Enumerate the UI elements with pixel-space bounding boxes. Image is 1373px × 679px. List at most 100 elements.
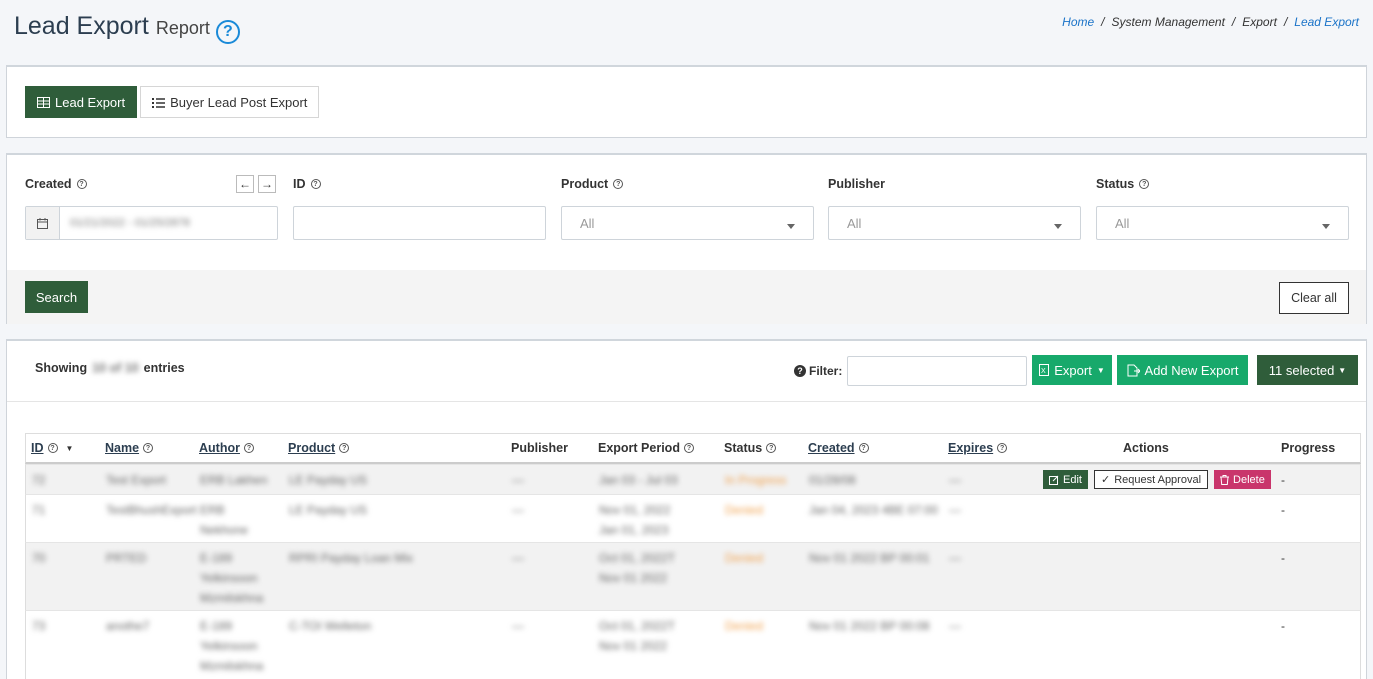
created-label-text: Created [25, 177, 72, 191]
row-name[interactable]: PRTED [106, 548, 146, 568]
edit-button[interactable]: Edit [1043, 470, 1088, 489]
table-icon [37, 96, 50, 108]
column-status-label: Status [724, 441, 763, 455]
check-icon: ✓ [1100, 474, 1111, 486]
row-progress: - [1281, 473, 1285, 487]
filter-label: ? Filter: [794, 364, 842, 378]
selected-label: 11 selected [1268, 362, 1335, 378]
column-name-label: Name [105, 441, 140, 455]
request-approval-button[interactable]: ✓ Request Approval [1093, 470, 1209, 489]
table-row[interactable]: 73 anothe7 E-189 Yelkinsoon Mzmilskhna C… [25, 610, 1361, 679]
help-icon[interactable]: ? [215, 20, 240, 44]
excel-icon: X [1039, 364, 1050, 376]
divider [7, 401, 1366, 402]
column-author[interactable]: Author? [199, 441, 254, 455]
column-progress-label: Progress [1281, 441, 1336, 455]
row-author: E-189 Yelkinsoon Mzmilskhna [200, 619, 264, 673]
row-period: Oct 01, 2022T Nov 01 2022 [599, 551, 675, 585]
tab-lead-export[interactable]: Lead Export [25, 86, 138, 118]
prev-arrow-icon[interactable]: ← [236, 175, 254, 193]
row-name[interactable]: Test Export [106, 470, 166, 490]
svg-text:X: X [1041, 368, 1046, 375]
column-created[interactable]: Created? [808, 441, 869, 455]
row-expires: — [949, 473, 961, 487]
column-progress: Progress [1281, 441, 1335, 455]
showing-prefix: Showing [35, 361, 88, 375]
selected-columns-button[interactable]: 11 selected ▼ [1257, 355, 1358, 385]
publisher-label: Publisher [828, 177, 885, 191]
row-product: RPRI Payday Loan Mix [289, 551, 414, 565]
publisher-label-text: Publisher [828, 177, 885, 191]
row-progress: - [1281, 503, 1285, 517]
product-select[interactable]: All [561, 206, 814, 240]
row-publisher: — [512, 551, 524, 565]
breadcrumb-system-management[interactable]: System Management [1112, 15, 1225, 29]
tab-lead-export-label: Lead Export [55, 94, 126, 110]
column-id[interactable]: ID? ▼ [31, 441, 73, 455]
breadcrumb: Home / System Management / Export / Lead… [1062, 15, 1359, 29]
help-icon: ? [143, 443, 154, 453]
help-icon: ? [858, 443, 869, 453]
search-button[interactable]: Search [25, 281, 88, 313]
help-icon: ? [339, 443, 350, 453]
row-expires: — [949, 619, 961, 633]
add-new-export-button[interactable]: Add New Export [1117, 355, 1248, 385]
help-icon: ? [310, 179, 321, 189]
tabs-card: Lead Export Buyer Lead Post Export [6, 65, 1367, 138]
created-label: Created ? [25, 177, 87, 191]
column-created-label: Created [808, 441, 855, 455]
id-label: ID ? [293, 177, 321, 191]
chevron-down-icon [1054, 223, 1062, 229]
page-title: Lead Export Report ? [14, 12, 240, 44]
product-label: Product ? [561, 177, 624, 191]
breadcrumb-export[interactable]: Export [1242, 15, 1277, 29]
product-select-value: All [580, 215, 595, 231]
status-badge: Denied [725, 551, 764, 565]
publisher-select[interactable]: All [828, 206, 1081, 240]
column-status: Status? [724, 441, 777, 455]
help-icon: ? [76, 179, 87, 189]
help-icon: ? [47, 443, 58, 453]
table-row[interactable]: 70 PRTED E-189 Yelkinsoon Mzmilskhna RPR… [25, 542, 1361, 610]
row-name[interactable]: TestBhushExport [106, 500, 197, 520]
column-expires-label: Expires [948, 441, 994, 455]
calendar-icon [26, 207, 60, 239]
status-badge: Denied [725, 619, 764, 633]
delete-button[interactable]: Delete [1214, 470, 1271, 489]
showing-entries: Showing 10 of 10 entries [35, 361, 185, 375]
row-author: ERB Nekhone [200, 503, 249, 537]
clear-all-button[interactable]: Clear all [1279, 282, 1349, 314]
table-row[interactable]: 72 Test Export ERB Lakhen LE Payday US —… [25, 464, 1361, 494]
sort-desc-icon: ▼ [65, 443, 74, 453]
breadcrumb-separator: / [1101, 15, 1105, 29]
created-date-field[interactable]: 01/21/2022 - 01/25/2878 [25, 206, 278, 240]
date-nav: ← → [236, 175, 276, 193]
column-product[interactable]: Product? [288, 441, 350, 455]
id-input[interactable] [293, 206, 546, 240]
filter-card: Created ? ← → 01/21/2022 - 01/25/2878 ID… [6, 153, 1367, 324]
export-dropdown-button[interactable]: X Export ▼ [1032, 355, 1112, 385]
showing-count: 10 of 10 [92, 361, 139, 375]
next-arrow-icon[interactable]: → [258, 175, 276, 193]
tab-buyer-lead-post-export[interactable]: Buyer Lead Post Export [140, 86, 320, 118]
column-actions: Actions [1123, 441, 1169, 455]
column-expires[interactable]: Expires? [948, 441, 1008, 455]
column-name[interactable]: Name? [105, 441, 154, 455]
row-created: Nov 01 2022 BP 00:01 [809, 551, 930, 565]
filter-input[interactable] [847, 356, 1027, 386]
help-icon: ? [1139, 179, 1150, 189]
status-select[interactable]: All [1096, 206, 1349, 240]
row-expires: — [949, 551, 961, 565]
row-created: Jan 04, 2023 4BE 07:00 [809, 503, 938, 517]
row-name[interactable]: anothe7 [106, 616, 149, 636]
breadcrumb-home[interactable]: Home [1062, 15, 1094, 29]
row-product: C-TOI Welleton [289, 619, 372, 633]
column-publisher-label: Publisher [511, 441, 568, 455]
add-new-export-label: Add New Export [1144, 362, 1239, 378]
row-id: 73 [32, 619, 46, 633]
status-badge: In Progress [725, 473, 787, 487]
table-row[interactable]: 71 TestBhushExport ERB Nekhone LE Payday… [25, 494, 1361, 542]
edit-icon [1049, 475, 1059, 485]
row-period: Nov 01, 2022 Jan 01, 2023 [599, 503, 671, 537]
export-label: Export [1054, 362, 1092, 378]
